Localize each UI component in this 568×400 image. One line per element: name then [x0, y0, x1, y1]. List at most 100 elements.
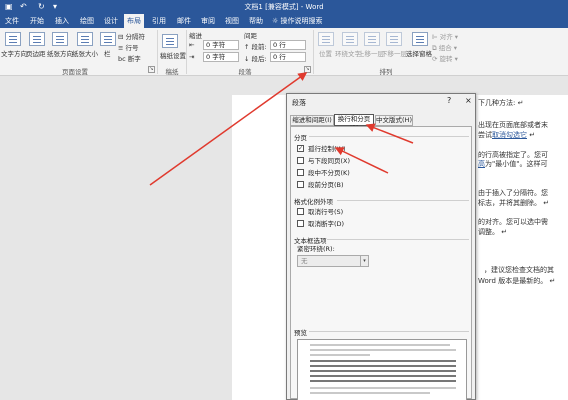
tight-wrap-select[interactable]: 无 ▾ [297, 255, 369, 267]
widow-control-checkbox[interactable]: ✓ [297, 145, 304, 152]
bring-forward-icon[interactable] [364, 32, 380, 46]
send-backward-icon[interactable] [386, 32, 402, 46]
preview-line [310, 344, 450, 346]
doc-line: 的对齐。您可以选中需 [478, 218, 548, 226]
preview-line [310, 392, 430, 394]
tab-references[interactable]: 引用 [149, 14, 169, 28]
doc-line: 标志，并将其删除。 ↵ [478, 199, 550, 207]
tab-draw[interactable]: 绘图 [77, 14, 97, 28]
group-button[interactable]: ⧉ 组合 ▾ [432, 42, 457, 53]
align-button[interactable]: ⊫ 对齐 ▾ [432, 31, 458, 41]
page-break-before-label: 段前分页(B) [308, 181, 344, 189]
tab-design[interactable]: 设计 [101, 14, 121, 28]
close-icon[interactable]: × [465, 96, 472, 105]
spacing-before-input[interactable]: 0 行 [270, 40, 306, 50]
group-icon: ⧉ [432, 44, 439, 52]
tab-layout[interactable]: 布局 [124, 14, 144, 28]
tab-mailings[interactable]: 邮件 [174, 14, 194, 28]
doc-link[interactable]: 取消勾选它 [492, 131, 527, 139]
paragraph-launcher[interactable]: ↘ [304, 66, 311, 73]
hyphenation-icon: bc [118, 55, 128, 63]
margins-icon[interactable] [29, 32, 45, 46]
spacing-before-icon: ↑ [244, 43, 252, 51]
widow-control-label: 孤行控制(W) [308, 145, 346, 153]
size-icon[interactable] [77, 32, 93, 46]
keep-lines-together-checkbox[interactable] [297, 169, 304, 176]
tab-insert[interactable]: 插入 [52, 14, 72, 28]
tab-help[interactable]: 帮助 [246, 14, 266, 28]
indent-title: 缩进 [189, 32, 202, 40]
group-label-arrange: 排列 [379, 68, 393, 76]
separator [186, 30, 187, 74]
doc-line: 高为"最小值"。这样可 [478, 160, 548, 168]
preview-line [310, 349, 456, 351]
line-numbers-button[interactable]: ≡ 行号 [118, 42, 139, 52]
doc-line: 由于插入了分隔符。您 [478, 189, 548, 197]
keep-lines-together-label: 段中不分页(K) [308, 169, 350, 177]
doc-line: Word 版本是最新的。 ↵ [478, 277, 556, 285]
help-icon[interactable]: ? [447, 96, 451, 105]
dont-hyphenate-label: 取消断字(D) [308, 220, 345, 228]
ribbon-tabs: 文件 开始 插入 绘图 设计 布局 引用 邮件 审阅 视图 帮助 ☼ 操作说明搜… [0, 14, 568, 28]
breaks-button[interactable]: ⊟ 分隔符 [118, 31, 145, 41]
preview-line [310, 375, 456, 377]
margins-button[interactable]: 页边距 [26, 48, 46, 58]
columns-button[interactable]: 栏 [104, 48, 111, 58]
text-direction-icon[interactable] [5, 32, 21, 46]
preview-line [310, 360, 456, 362]
wrap-text-icon[interactable] [342, 32, 358, 46]
tab-review[interactable]: 审阅 [198, 14, 218, 28]
spacing-after-icon: ↓ [244, 55, 252, 63]
selection-pane-icon[interactable] [412, 32, 428, 46]
send-backward-button[interactable]: 下移一层 [381, 48, 407, 58]
preview-line [310, 365, 456, 367]
hyphenation-button[interactable]: bc 断字 [118, 53, 141, 63]
breaks-icon: ⊟ [118, 33, 126, 41]
manuscript-settings-button[interactable]: 稿纸设置 [160, 50, 186, 60]
line-numbers-icon: ≡ [118, 44, 126, 52]
doc-line: 调整。 ↵ [478, 228, 508, 236]
text-direction-button[interactable]: 文字方向 [1, 48, 27, 58]
divider [309, 331, 469, 332]
suppress-line-numbers-checkbox[interactable] [297, 208, 304, 215]
indent-right-input[interactable]: 0 字符 [203, 52, 239, 62]
position-icon[interactable] [318, 32, 334, 46]
tab-asian-typography[interactable]: 中文版式(H) [375, 115, 413, 126]
doc-link[interactable]: 高 [478, 160, 485, 168]
keep-with-next-checkbox[interactable] [297, 157, 304, 164]
columns-icon[interactable] [100, 32, 116, 46]
tab-indents-spacing[interactable]: 缩进和间距(I) [290, 115, 334, 126]
group-label-page-setup: 页面设置 [62, 68, 88, 76]
orientation-icon[interactable] [52, 32, 68, 46]
tab-line-page-breaks[interactable]: 换行和分页(P) [334, 114, 374, 132]
section-formatting-exceptions: 格式化例外项 [294, 198, 333, 206]
preview-box [297, 339, 467, 400]
title-bar: ▣ ↶ ↻ ▾ 文档1 [兼容模式] - Word [0, 0, 568, 14]
manuscript-icon[interactable] [162, 34, 178, 48]
tab-home[interactable]: 开始 [27, 14, 47, 28]
orientation-button[interactable]: 纸张方向 [47, 48, 73, 58]
page-setup-launcher[interactable]: ↘ [148, 66, 155, 73]
tell-me-search[interactable]: ☼ 操作说明搜索 [272, 14, 340, 28]
page-break-before-checkbox[interactable] [297, 181, 304, 188]
preview-line [310, 354, 370, 356]
preview-line [310, 387, 456, 389]
separator [157, 30, 158, 74]
tab-view[interactable]: 视图 [222, 14, 242, 28]
section-pagination: 分页 [294, 134, 307, 142]
selection-pane-button[interactable]: 选择窗格 [406, 48, 432, 58]
position-button[interactable]: 位置 [319, 48, 332, 58]
doc-line: 尝试取消勾选它 ↵ [478, 131, 536, 139]
spacing-after-label: ↓ 段后: [244, 55, 267, 63]
rotate-button[interactable]: ⟳ 旋转 ▾ [432, 53, 458, 63]
indent-left-input[interactable]: 0 字符 [203, 40, 239, 50]
size-button[interactable]: 纸张大小 [72, 48, 98, 58]
divider [327, 239, 469, 240]
separator [313, 30, 314, 74]
lightbulb-icon: ☼ [272, 17, 281, 25]
tab-file[interactable]: 文件 [2, 14, 22, 28]
spacing-before-label: ↑ 段前: [244, 43, 267, 51]
spacing-after-input[interactable]: 0 行 [270, 52, 306, 62]
spacing-title: 间距 [244, 32, 257, 40]
dont-hyphenate-checkbox[interactable] [297, 220, 304, 227]
